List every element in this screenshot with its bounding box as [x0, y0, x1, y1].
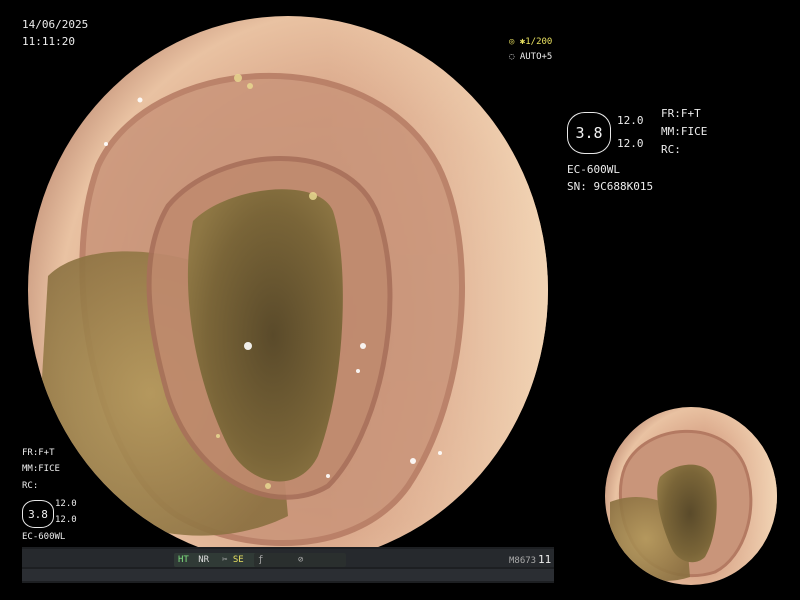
endoscope-pip-view [605, 407, 777, 585]
auto-adjust-icon: ◌ [509, 52, 515, 62]
circle-mode-icon: ⊘ [298, 555, 304, 565]
ht-nr-segment: HT NR [174, 553, 224, 567]
scissors-icon: ✂ [222, 555, 228, 565]
status-bar-top-row: HT NR ✂ SE ƒ ⊘ M8673 11 [22, 549, 554, 567]
status-bar: HT NR ✂ SE ƒ ⊘ M8673 11 [22, 547, 554, 583]
slash-icon: ƒ [258, 555, 264, 565]
bl-value-1: 12.0 [55, 499, 77, 509]
enhancement-level-badge: 3.8 [567, 112, 611, 154]
auto-indicator: ◌ AUTO+5 [509, 52, 553, 62]
endoscope-main-view [28, 16, 548, 564]
pip-lumen-image [605, 407, 777, 585]
bl-enhancement-badge: 3.8 [22, 500, 54, 528]
image-count: 11 [538, 553, 552, 566]
bl-rc-label: RC: [22, 481, 39, 491]
status-bar-bottom-row [22, 569, 554, 581]
mode-segment: ⊘ [294, 553, 346, 567]
serial-number-label: SN: 9C688K015 [567, 180, 654, 193]
time-label: 11:11:20 [22, 35, 75, 48]
right-fr-label: FR:F+T [661, 107, 701, 120]
f-segment: ƒ [254, 553, 296, 567]
right-value-2: 12.0 [617, 137, 644, 150]
bl-mm-label: MM:FICE [22, 464, 60, 474]
right-rc-label: RC: [661, 143, 681, 156]
shutter-indicator: ◎ ✱1/200 [509, 37, 553, 47]
right-mm-label: MM:FICE [661, 125, 708, 138]
bl-value-2: 12.0 [55, 515, 77, 525]
scope-model-label: EC-600WL [567, 163, 620, 176]
right-value-1: 12.0 [617, 114, 644, 127]
date-label: 14/06/2025 [22, 18, 89, 31]
settings-dot-icon: ◎ [509, 37, 515, 47]
colon-lumen-image [28, 16, 548, 564]
device-code: M8673 [509, 556, 537, 566]
bl-scope-model: EC-600WL [22, 532, 66, 542]
bl-fr-label: FR:F+T [22, 448, 55, 458]
